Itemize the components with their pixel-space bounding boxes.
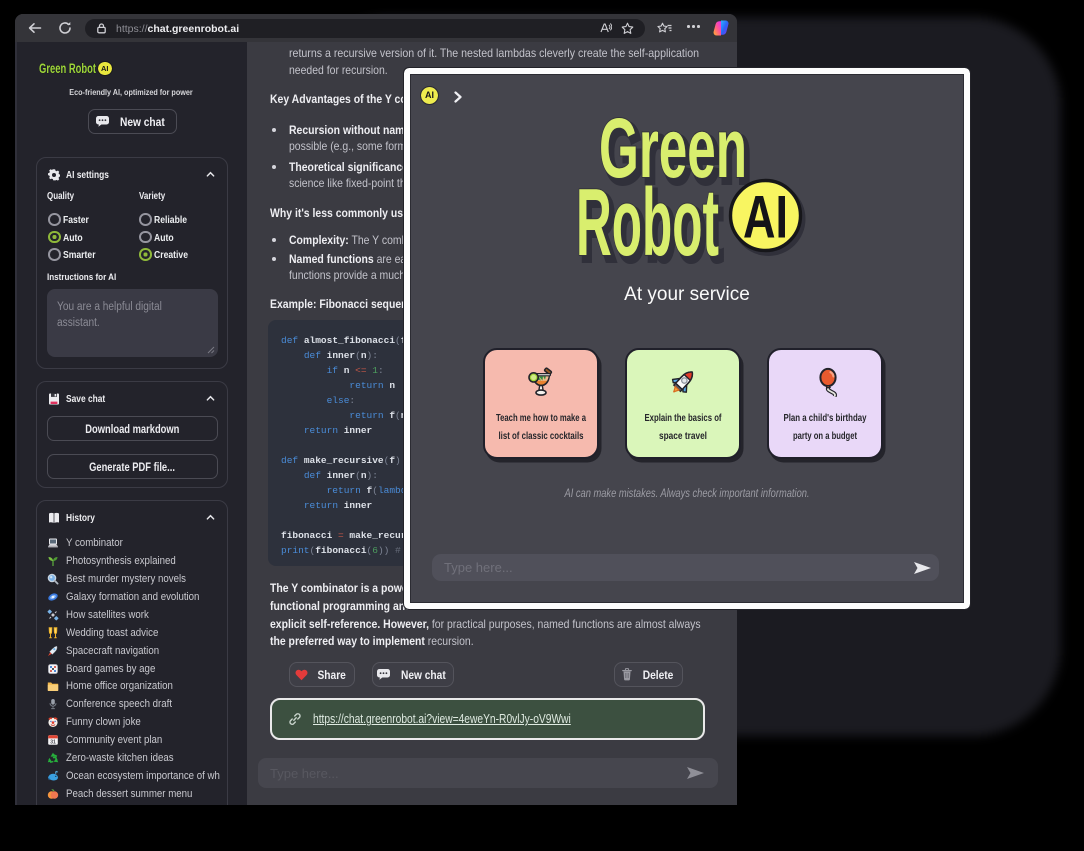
svg-text:AI: AI — [743, 184, 788, 251]
svg-text:Teach me how to make a: Teach me how to make a — [496, 412, 586, 424]
svg-text:list of classic cocktails: list of classic cocktails — [499, 430, 584, 442]
svg-text:Explain the basics of: Explain the basics of — [645, 412, 722, 424]
svg-text:Robot: Robot — [576, 169, 719, 276]
svg-text:Green Robot: Green Robot — [39, 61, 96, 76]
svg-text:Plan a child's birthday: Plan a child's birthday — [783, 412, 866, 424]
svg-text:31: 31 — [50, 740, 56, 746]
svg-text:party on a budget: party on a budget — [793, 430, 857, 442]
svg-text:space travel: space travel — [659, 430, 707, 442]
